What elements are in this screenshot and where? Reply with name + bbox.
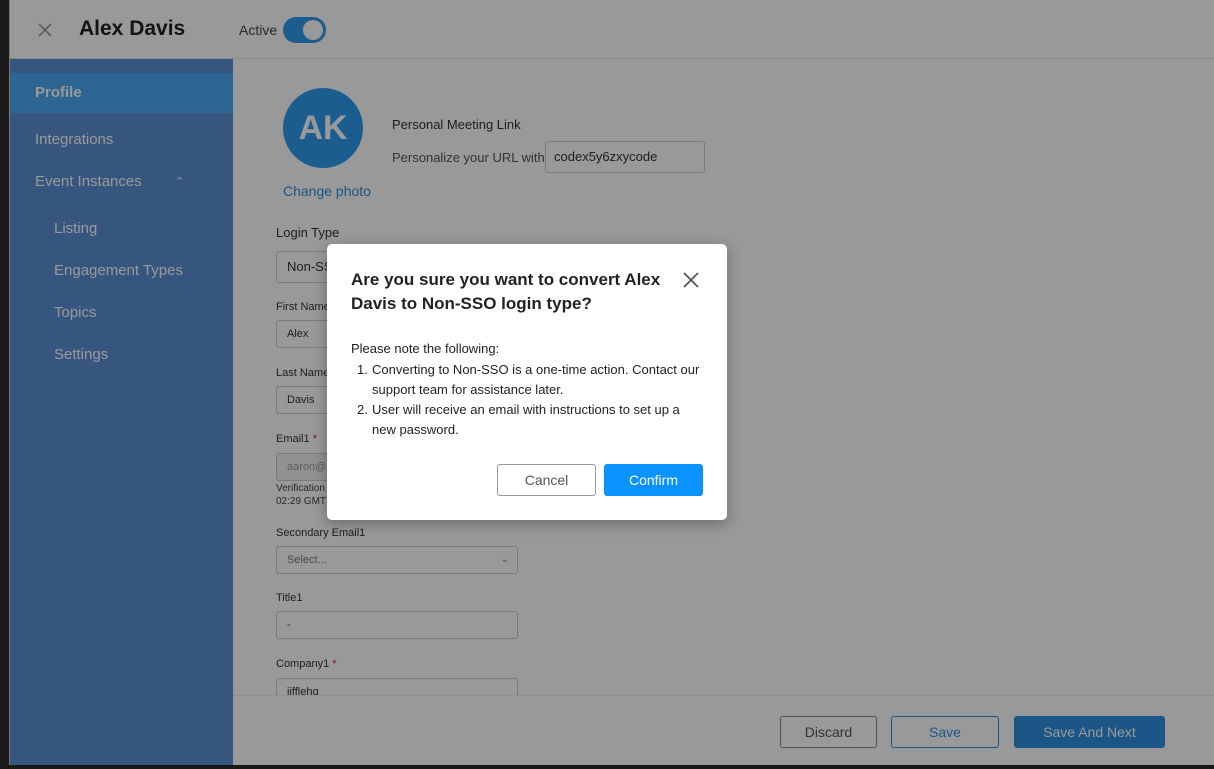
list-text: Converting to Non-SSO is a one-time acti… — [372, 362, 700, 397]
list-text: User will receive an email with instruct… — [372, 402, 680, 437]
dialog-title: Are you sure you want to convert Alex Da… — [351, 270, 661, 313]
dialog-note: Please note the following: — [351, 341, 500, 356]
list-item: 1. Converting to Non-SSO is a one-time a… — [351, 360, 706, 400]
list-item: 2. User will receive an email with instr… — [351, 400, 706, 440]
list-number: 2. — [357, 402, 368, 417]
list-number: 1. — [357, 362, 368, 377]
cancel-button[interactable]: Cancel — [497, 464, 596, 496]
confirm-button[interactable]: Confirm — [604, 464, 703, 496]
dialog-list: 1. Converting to Non-SSO is a one-time a… — [351, 360, 706, 440]
convert-login-dialog: Are you sure you want to convert Alex Da… — [327, 244, 727, 520]
close-icon[interactable] — [682, 271, 700, 289]
